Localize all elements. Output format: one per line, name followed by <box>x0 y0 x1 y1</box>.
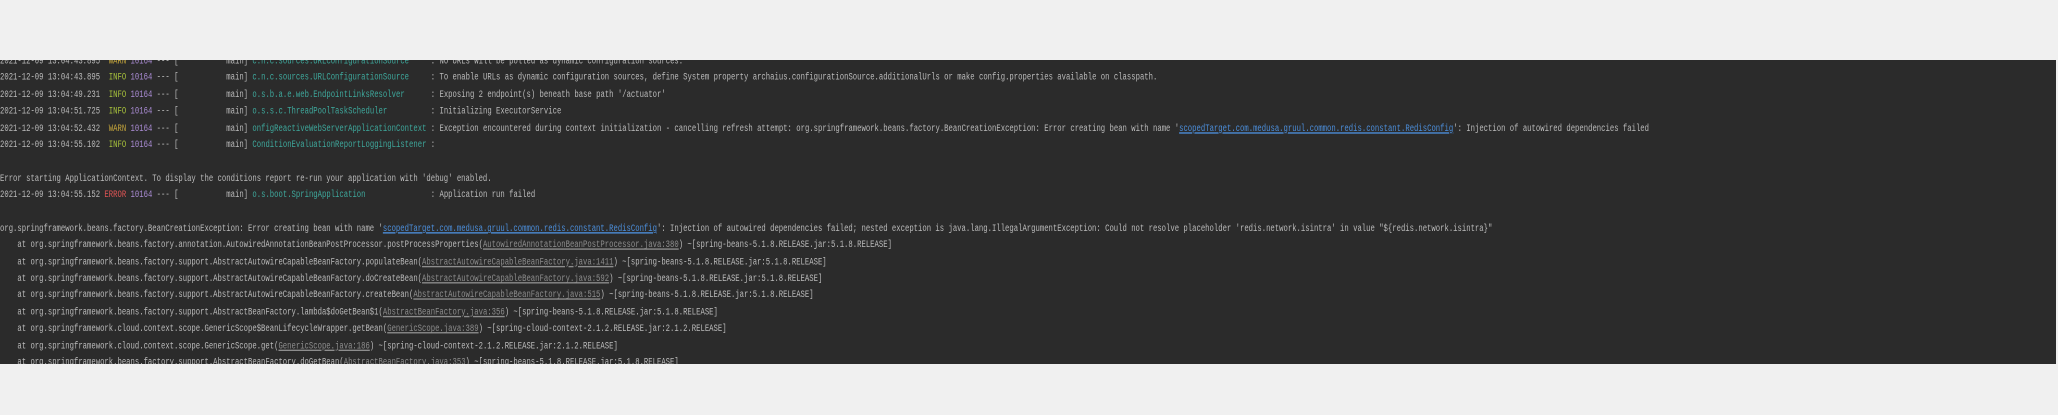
source-file-link[interactable]: AbstractAutowireCapableBeanFactory.java:… <box>422 274 609 285</box>
class-link[interactable]: scopedTarget.com.medusa.gruul.common.red… <box>1179 124 1453 135</box>
log-message: To enable URLs as dynamic configuration … <box>439 73 1158 85</box>
log-line: 2021-12-09 13:04:43.895 WARN 10164 --- [… <box>0 60 1649 71</box>
console-text-line: Error starting ApplicationContext. To di… <box>0 171 1649 188</box>
log-message: Application run failed <box>439 190 536 202</box>
log-logger: o.s.boot.SpringApplication <box>252 190 427 202</box>
stack-jar: ) ~[spring-cloud-context-2.1.2.RELEASE.j… <box>478 324 727 336</box>
log-separator: : <box>426 106 440 118</box>
stack-jar: ) ~[spring-beans-5.1.8.RELEASE.jar:5.1.8… <box>613 257 827 269</box>
stack-trace-line: at org.springframework.beans.factory.sup… <box>0 305 1649 322</box>
log-line: 2021-12-09 13:04:51.725 INFO 10164 --- [… <box>0 104 1649 121</box>
log-timestamp: 2021-12-09 13:04:43.895 <box>0 60 105 68</box>
log-thread: --- [ main] <box>152 123 253 135</box>
log-line: 2021-12-09 13:04:55.102 INFO 10164 --- [… <box>0 138 1649 155</box>
log-level: INFO <box>104 73 127 85</box>
console-text: Error starting ApplicationContext. To di… <box>0 173 492 185</box>
log-message: ': Injection of autowired dependencies f… <box>1453 123 1650 135</box>
log-thread: --- [ main] <box>152 190 253 202</box>
console-output[interactable]: 2021-12-09 13:04:43.895 WARN 10164 --- [… <box>0 60 2056 364</box>
stack-jar: ) ~[spring-beans-5.1.8.RELEASE.jar:5.1.8… <box>600 290 814 302</box>
stack-jar: ) ~[spring-beans-5.1.8.RELEASE.jar:5.1.8… <box>678 240 892 252</box>
log-thread: --- [ main] <box>152 106 253 118</box>
log-pid: 10164 <box>130 190 153 202</box>
log-thread: --- [ main] <box>152 140 253 152</box>
source-file-link[interactable]: GenericScope.java:389 <box>387 324 478 335</box>
stack-method: at org.springframework.cloud.context.sco… <box>0 341 279 352</box>
source-file-link[interactable]: AbstractAutowireCapableBeanFactory.java:… <box>422 257 613 268</box>
log-level: WARN <box>104 60 127 68</box>
stack-method: at org.springframework.beans.factory.sup… <box>0 290 414 302</box>
stack-method: at org.springframework.beans.factory.sup… <box>0 307 383 319</box>
log-separator: : <box>426 123 440 135</box>
stack-jar: ) ~[spring-cloud-context-2.1.2.RELEASE.j… <box>369 341 618 352</box>
log-logger: o.s.s.c.ThreadPoolTaskScheduler <box>252 106 427 118</box>
class-link[interactable]: scopedTarget.com.medusa.gruul.common.red… <box>383 224 657 235</box>
log-message: Exposing 2 endpoint(s) beneath base path… <box>439 90 666 101</box>
source-file-link[interactable]: AutowiredAnnotationBeanPostProcessor.jav… <box>483 241 679 252</box>
log-separator: : <box>426 90 440 101</box>
stack-method: at org.springframework.beans.factory.sup… <box>0 274 423 285</box>
log-message: Initializing ExecutorService <box>439 106 562 118</box>
log-level: INFO <box>104 140 127 152</box>
log-timestamp: 2021-12-09 13:04:55.152 <box>0 190 105 202</box>
log-pid: 10164 <box>130 60 153 68</box>
source-file-link[interactable]: AbstractBeanFactory.java:353 <box>344 358 466 364</box>
stack-method: at org.springframework.beans.factory.sup… <box>0 357 344 364</box>
log-line: 2021-12-09 13:04:43.895 INFO 10164 --- [… <box>0 71 1649 88</box>
stack-trace-line: at org.springframework.cloud.context.sco… <box>0 322 1649 339</box>
console-lines: 2021-12-09 13:04:43.895 WARN 10164 --- [… <box>0 60 1649 364</box>
console-text-line <box>0 205 1649 222</box>
log-thread: --- [ main] <box>152 90 253 101</box>
log-separator: : <box>426 190 440 202</box>
log-logger: ConditionEvaluationReportLoggingListener <box>252 140 427 152</box>
log-thread: --- [ main] <box>152 73 253 85</box>
log-timestamp: 2021-12-09 13:04:49.231 <box>0 90 105 101</box>
stack-method: at org.springframework.cloud.context.sco… <box>0 324 388 336</box>
log-logger: c.n.c.sources.URLConfigurationSource <box>252 73 427 85</box>
log-separator: : <box>426 140 440 152</box>
stack-jar: ) ~[spring-beans-5.1.8.RELEASE.jar:5.1.8… <box>465 357 679 364</box>
log-separator: : <box>426 73 440 85</box>
log-level: ERROR <box>104 190 127 202</box>
log-logger: c.n.c.sources.URLConfigurationSource <box>252 60 427 68</box>
log-timestamp: 2021-12-09 13:04:55.102 <box>0 140 105 152</box>
log-message: No URLs will be polled as dynamic config… <box>439 60 684 68</box>
log-pid: 10164 <box>130 106 153 118</box>
log-level: WARN <box>104 123 127 135</box>
source-file-link[interactable]: AbstractAutowireCapableBeanFactory.java:… <box>413 291 600 302</box>
source-file-link[interactable]: GenericScope.java:186 <box>278 341 369 352</box>
stack-trace-line: at org.springframework.beans.factory.sup… <box>0 288 1649 305</box>
log-pid: 10164 <box>130 123 153 135</box>
stack-trace-line: at org.springframework.beans.factory.sup… <box>0 355 1649 364</box>
console-text: org.springframework.beans.factory.BeanCr… <box>0 223 383 235</box>
log-logger: onfigReactiveWebServerApplicationContext <box>252 123 427 135</box>
log-logger: o.s.b.a.e.web.EndpointLinksResolver <box>252 90 427 101</box>
log-timestamp: 2021-12-09 13:04:52.432 <box>0 123 105 135</box>
stack-trace-line: at org.springframework.beans.factory.sup… <box>0 271 1649 288</box>
log-pid: 10164 <box>130 140 153 152</box>
console-text-line <box>0 154 1649 171</box>
stack-jar: ) ~[spring-beans-5.1.8.RELEASE.jar:5.1.8… <box>609 274 823 285</box>
log-line: 2021-12-09 13:04:52.432 WARN 10164 --- [… <box>0 121 1649 138</box>
stack-method: at org.springframework.beans.factory.sup… <box>0 257 423 269</box>
stack-method: at org.springframework.beans.factory.ann… <box>0 240 483 252</box>
log-level: INFO <box>104 90 127 101</box>
stack-trace-line: at org.springframework.beans.factory.ann… <box>0 238 1649 255</box>
log-thread: --- [ main] <box>152 60 253 68</box>
log-message: Exception encountered during context ini… <box>439 123 1180 135</box>
log-level: INFO <box>104 106 127 118</box>
source-file-link[interactable]: AbstractBeanFactory.java:356 <box>383 308 505 319</box>
stack-trace-line: at org.springframework.cloud.context.sco… <box>0 338 1649 355</box>
stack-jar: ) ~[spring-beans-5.1.8.RELEASE.jar:5.1.8… <box>504 307 718 319</box>
console-text-line: org.springframework.beans.factory.BeanCr… <box>0 221 1649 238</box>
log-timestamp: 2021-12-09 13:04:51.725 <box>0 106 105 118</box>
log-timestamp: 2021-12-09 13:04:43.895 <box>0 73 105 85</box>
log-line: 2021-12-09 13:04:55.152 ERROR 10164 --- … <box>0 188 1649 205</box>
log-pid: 10164 <box>130 73 153 85</box>
log-separator: : <box>426 60 440 68</box>
console-text: ': Injection of autowired dependencies f… <box>656 223 1493 235</box>
stack-trace-line: at org.springframework.beans.factory.sup… <box>0 255 1649 272</box>
log-pid: 10164 <box>130 90 153 101</box>
log-line: 2021-12-09 13:04:49.231 INFO 10164 --- [… <box>0 87 1649 104</box>
